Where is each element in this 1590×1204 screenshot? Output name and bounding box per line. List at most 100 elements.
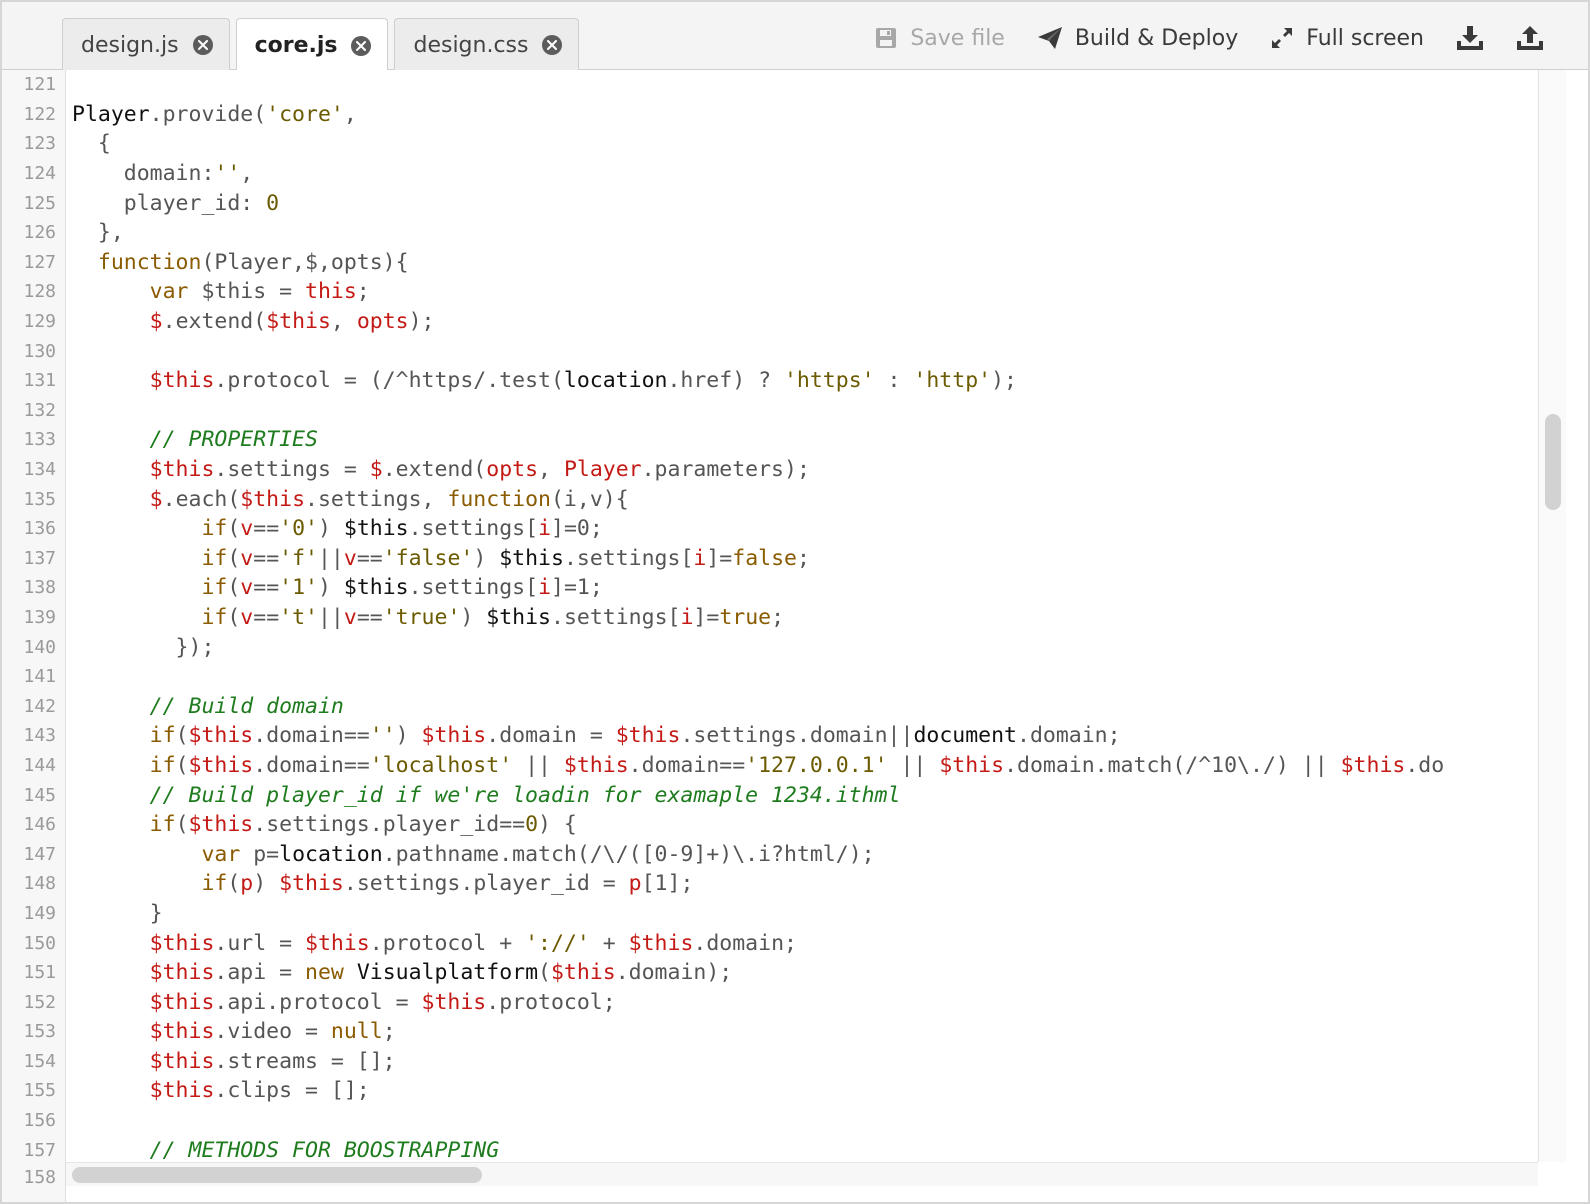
code-line[interactable]: 143 if($this.domain=='') $this.domain = … — [2, 721, 1538, 751]
code-line[interactable]: 156 — [2, 1106, 1538, 1136]
code-token: new — [305, 960, 344, 986]
line-number: 121 — [23, 74, 56, 96]
tab-design-js[interactable]: design.js — [62, 18, 230, 71]
code-token: $this — [279, 871, 344, 897]
code-line[interactable]: 153 $this.video = null; — [2, 1017, 1538, 1047]
code-token: ) — [317, 575, 344, 601]
code-text: { — [66, 131, 111, 156]
code-line[interactable]: 123 { — [2, 129, 1538, 159]
code-token: ( — [175, 752, 189, 778]
download-button[interactable] — [1456, 25, 1484, 51]
code-token: ( — [175, 723, 189, 749]
line-number: 135 — [23, 488, 56, 510]
code-line[interactable]: 136 if(v=='0') $this.settings[i]=0; — [2, 514, 1538, 544]
line-number: 154 — [23, 1050, 56, 1072]
code-line[interactable]: 121 — [2, 70, 1538, 100]
code-line[interactable]: 129 $.extend($this, opts); — [2, 307, 1538, 337]
code-line[interactable]: 124 domain:'', — [2, 159, 1538, 189]
code-token: 'false' — [382, 545, 474, 571]
code-token: , — [343, 101, 357, 127]
close-icon[interactable] — [192, 35, 213, 55]
code-line[interactable]: 150 $this.url = $this.protocol + '://' +… — [2, 928, 1538, 958]
line-number: 155 — [23, 1080, 56, 1102]
tab-core-js[interactable]: core.js — [235, 18, 389, 72]
save-file-button[interactable]: Save file — [874, 26, 1005, 51]
code-line[interactable]: 141 — [2, 662, 1538, 692]
code-line[interactable]: 132 — [2, 396, 1538, 426]
code-token: '' — [369, 723, 396, 749]
code-token: ) — [460, 604, 487, 630]
code-line[interactable]: 138 if(v=='1') $this.settings[i]=1; — [2, 573, 1538, 603]
code-line[interactable]: 151 $this.api = new Visualplatform($this… — [2, 958, 1538, 988]
code-token: this — [305, 279, 357, 305]
close-icon[interactable] — [351, 35, 372, 56]
line-number: 157 — [23, 1139, 56, 1161]
code-content[interactable]: 121 122 Player.provide('core', 123 {124 dom… — [2, 70, 1538, 1162]
code-token: $this — [486, 604, 552, 630]
close-icon[interactable] — [542, 35, 563, 55]
code-line[interactable]: 133 // PROPERTIES — [2, 425, 1538, 455]
code-line[interactable]: 147 var p=location.pathname.match(/\/([0… — [2, 839, 1538, 869]
code-line[interactable]: 125 player_id: 0 — [2, 188, 1538, 218]
tab-design-css[interactable]: design.css — [394, 18, 580, 71]
code-token: .settings[ — [408, 516, 539, 542]
code-line[interactable]: 149 } — [2, 899, 1538, 929]
code-line[interactable]: 142 // Build domain — [2, 691, 1538, 721]
code-line[interactable]: 140 }); — [2, 632, 1538, 662]
line-number: 133 — [23, 429, 56, 451]
code-token: .url = — [214, 930, 306, 956]
code-line[interactable]: 157 // METHODS FOR BOOSTRAPPING — [2, 1135, 1538, 1162]
code-text: $this.streams = []; — [66, 1049, 396, 1074]
code-line[interactable]: 148 if(p) $this.settings.player_id = p[1… — [2, 869, 1538, 899]
code-token: { — [72, 131, 111, 157]
code-line[interactable]: 134 $this.settings = $.extend(opts, Play… — [2, 455, 1538, 485]
code-token: '0' — [279, 516, 318, 542]
upload-button[interactable] — [1516, 25, 1544, 51]
code-line[interactable]: 128 var $this = this; — [2, 277, 1538, 307]
code-line[interactable]: 154 $this.streams = []; — [2, 1047, 1538, 1077]
code-line[interactable]: 144 if($this.domain=='localhost' || $thi… — [2, 751, 1538, 781]
full-screen-button[interactable]: Full screen — [1270, 26, 1424, 51]
code-line[interactable]: 152 $this.api.protocol = $this.protocol; — [2, 987, 1538, 1017]
horizontal-scrollbar-thumb[interactable] — [72, 1167, 482, 1183]
vertical-scrollbar[interactable] — [1538, 70, 1566, 1162]
code-token: $this — [421, 723, 487, 749]
code-line[interactable]: 127 function(Player,$,opts){ — [2, 248, 1538, 278]
code-token: .domain; — [693, 930, 797, 956]
code-token: $this — [628, 930, 694, 956]
code-token: 'f' — [279, 545, 318, 571]
line-number: 142 — [23, 695, 56, 717]
code-line[interactable]: 122 Player.provide('core', — [2, 100, 1538, 130]
code-line[interactable]: 126 }, — [2, 218, 1538, 248]
code-line[interactable]: 139 if(v=='t'||v=='true') $this.settings… — [2, 603, 1538, 633]
horizontal-scrollbar[interactable] — [66, 1162, 1538, 1186]
code-text: var p=location.pathname.match(/\/([0-9]+… — [66, 842, 874, 867]
code-token: null — [330, 1019, 383, 1045]
code-token: $this — [188, 723, 254, 749]
code-line[interactable]: 137 if(v=='f'||v=='false') $this.setting… — [2, 544, 1538, 574]
upload-icon — [1516, 25, 1544, 51]
code-line[interactable]: 130 — [2, 336, 1538, 366]
code-line[interactable]: 131 $this.protocol = (/^https/.test(loca… — [2, 366, 1538, 396]
code-line[interactable]: 146 if($this.settings.player_id==0) { — [2, 810, 1538, 840]
code-token: , — [330, 309, 357, 335]
code-line[interactable]: 145 // Build player_id if we're loadin f… — [2, 780, 1538, 810]
code-line[interactable]: 155 $this.clips = []; — [2, 1076, 1538, 1106]
code-editor[interactable]: 121 122 Player.provide('core', 123 {124 dom… — [2, 70, 1538, 1162]
vertical-scrollbar-thumb[interactable] — [1545, 414, 1561, 510]
code-token: .clips = []; — [214, 1078, 370, 1104]
code-token: if — [201, 604, 228, 630]
code-token: ( — [227, 604, 241, 630]
line-number: 122 — [23, 103, 56, 125]
code-token: ) — [317, 516, 344, 542]
code-text: player_id: 0 — [66, 191, 279, 216]
build-deploy-button[interactable]: Build & Deploy — [1037, 26, 1238, 51]
code-line[interactable]: 135 $.each($this.settings, function(i,v)… — [2, 484, 1538, 514]
code-token: Player — [72, 101, 150, 127]
code-token: 'http' — [913, 368, 992, 394]
code-text: } — [66, 901, 163, 926]
line-number: 148 — [23, 873, 56, 895]
